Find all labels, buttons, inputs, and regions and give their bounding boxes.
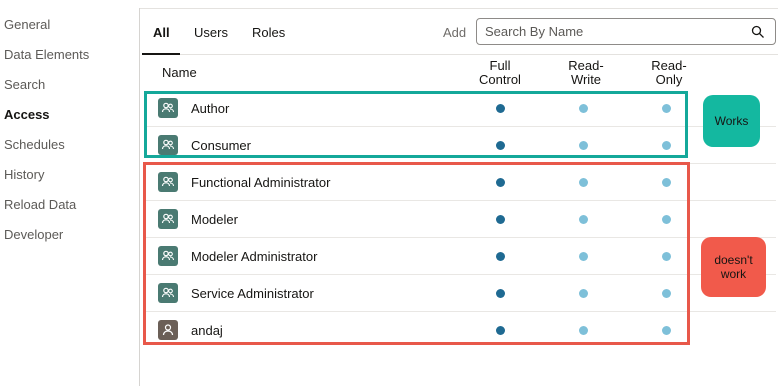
- add-label: Add: [443, 25, 467, 40]
- tab-all[interactable]: All: [153, 25, 170, 40]
- search-input[interactable]: [485, 24, 745, 39]
- column-header-read-write: Read- Write: [568, 58, 604, 87]
- nav-item-developer[interactable]: Developer: [4, 227, 63, 242]
- doesnt-work-callout: doesn't work: [701, 237, 766, 297]
- nav-item-general[interactable]: General: [4, 17, 50, 32]
- column-header-name: Name: [162, 65, 197, 80]
- works-highlight-box: [144, 91, 688, 158]
- nav-divider: [139, 8, 140, 386]
- tabs-divider: [180, 54, 778, 55]
- column-header-full-control: Full Control: [479, 58, 521, 87]
- search-icon[interactable]: [751, 25, 765, 39]
- works-callout: Works: [703, 95, 760, 147]
- doesnt-work-highlight-box: [143, 162, 690, 345]
- nav-item-access[interactable]: Access: [4, 107, 50, 122]
- active-tab-indicator: [142, 53, 180, 55]
- settings-nav: General Data Elements Search Access Sche…: [0, 0, 138, 386]
- nav-item-search[interactable]: Search: [4, 77, 45, 92]
- column-header-read-only: Read- Only: [651, 58, 687, 87]
- search-box[interactable]: [476, 18, 776, 45]
- nav-item-data-elements[interactable]: Data Elements: [4, 47, 89, 62]
- nav-item-history[interactable]: History: [4, 167, 44, 182]
- top-divider: [140, 8, 778, 9]
- tab-users[interactable]: Users: [194, 25, 228, 40]
- nav-item-schedules[interactable]: Schedules: [4, 137, 65, 152]
- nav-item-reload-data[interactable]: Reload Data: [4, 197, 76, 212]
- tab-roles[interactable]: Roles: [252, 25, 285, 40]
